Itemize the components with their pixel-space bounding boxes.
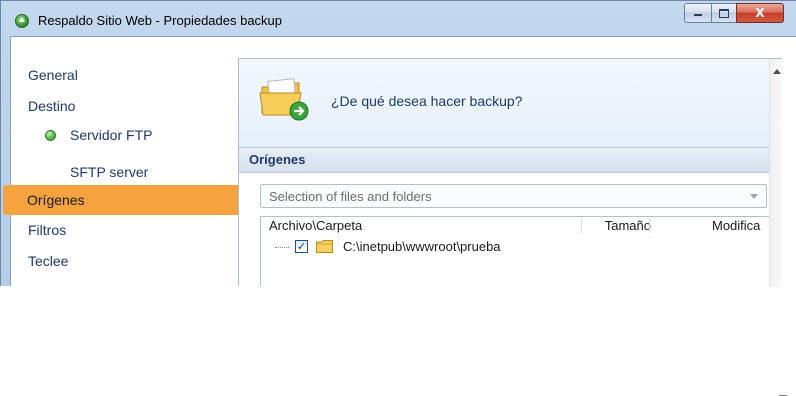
- tree-header: Archivo\Carpeta Tamaño Modifica: [261, 217, 761, 235]
- maximize-icon: [719, 9, 729, 18]
- column-divider[interactable]: [649, 218, 650, 233]
- sidebar-item-label: Teclee: [28, 253, 69, 269]
- sidebar-item-label: Filtros: [28, 222, 67, 238]
- vertical-scrollbar[interactable]: [769, 59, 782, 287]
- section-header: Orígenes: [239, 147, 769, 173]
- maximize-button[interactable]: [711, 3, 737, 23]
- minimize-icon: [694, 14, 702, 16]
- backup-question: ¿De qué desea hacer backup?: [331, 93, 523, 109]
- column-tamano[interactable]: Tamaño: [581, 218, 651, 233]
- sidebar-item-servidor-ftp[interactable]: Servidor FTP: [0, 120, 239, 150]
- panel-header: ¿De qué desea hacer backup?: [239, 59, 769, 147]
- minimize-button[interactable]: [684, 3, 712, 23]
- tree-row[interactable]: ✓ C:\inetpub\wwwroot\prueba: [261, 237, 761, 257]
- sidebar-item-label: SFTP server: [70, 164, 149, 180]
- sidebar-item-label: Orígenes: [27, 192, 85, 208]
- column-archivo-carpeta[interactable]: Archivo\Carpeta: [269, 218, 362, 233]
- source-tree[interactable]: Archivo\Carpeta Tamaño Modifica ✓ C:\ine…: [260, 216, 787, 396]
- sidebar-item-teclee[interactable]: Teclee: [14, 246, 239, 276]
- scroll-up-arrow-icon[interactable]: [773, 69, 781, 74]
- app-icon: [15, 14, 29, 28]
- row-path: C:\inetpub\wwwroot\prueba: [343, 239, 501, 254]
- sidebar-item-sftp-server[interactable]: SFTP server: [14, 157, 239, 187]
- section-title: Orígenes: [249, 152, 306, 167]
- folder-backup-icon: [259, 78, 309, 121]
- sidebar-item-filtros[interactable]: Filtros: [14, 215, 239, 245]
- window-title: Respaldo Sitio Web - Propiedades backup: [38, 13, 283, 28]
- folder-icon: [316, 240, 333, 253]
- source-type-value: Selection of files and folders: [269, 189, 432, 204]
- sidebar-item-general[interactable]: General: [14, 60, 239, 90]
- source-type-select[interactable]: Selection of files and folders: [260, 184, 767, 208]
- content-panel: ¿De qué desea hacer backup? Orígenes Sel…: [238, 58, 787, 396]
- sidebar-item-label: Servidor FTP: [70, 127, 153, 143]
- row-checkbox[interactable]: ✓: [295, 240, 308, 253]
- sidebar-item-origenes[interactable]: Orígenes: [3, 185, 254, 215]
- sidebar-item-label: General: [28, 67, 78, 83]
- sidebar-item-label: Destino: [28, 98, 76, 114]
- sidebar-item-destino[interactable]: Destino: [14, 91, 239, 121]
- title-bar[interactable]: Respaldo Sitio Web - Propiedades backup …: [1, 1, 796, 37]
- tree-connector: [275, 247, 289, 248]
- chevron-down-icon[interactable]: [750, 194, 758, 199]
- status-dot-icon: [45, 130, 56, 141]
- close-button[interactable]: X: [736, 3, 784, 23]
- close-icon: X: [755, 6, 765, 20]
- column-modificado[interactable]: Modifica: [712, 218, 772, 233]
